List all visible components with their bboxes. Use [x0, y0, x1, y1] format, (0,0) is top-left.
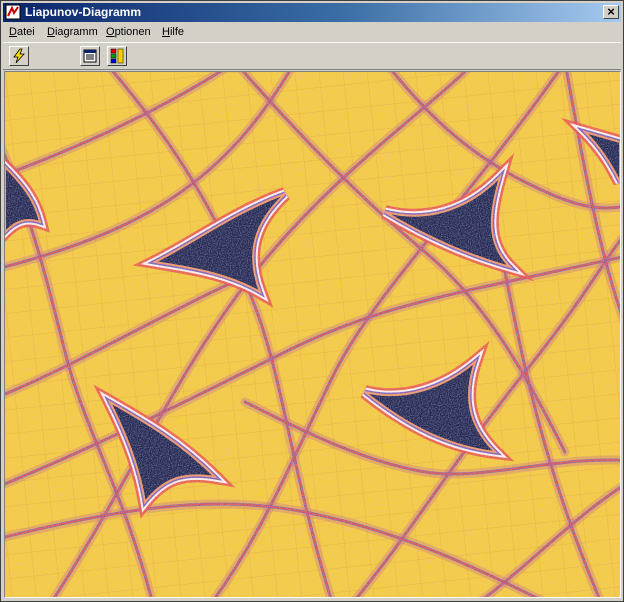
properties-button[interactable] — [80, 46, 100, 66]
menu-hilfe[interactable]: Hilfe — [162, 26, 184, 39]
close-button[interactable]: × — [603, 4, 619, 19]
app-window: Liapunov-Diagramm × Datei Diagramm Optio… — [0, 0, 624, 602]
close-icon: × — [607, 4, 615, 19]
window-title: Liapunov-Diagramm — [25, 5, 142, 19]
toolbar — [3, 42, 621, 70]
menu-diagramm[interactable]: Diagramm — [47, 26, 98, 39]
lyapunov-fractal-image — [5, 72, 620, 597]
lightning-icon — [13, 48, 25, 64]
colors-button[interactable] — [107, 46, 127, 66]
document-list-icon — [83, 49, 97, 63]
calculate-button[interactable] — [9, 46, 29, 66]
title-bar[interactable]: Liapunov-Diagramm × — [3, 3, 621, 22]
app-icon — [5, 4, 21, 20]
lyapunov-canvas[interactable] — [4, 71, 621, 598]
menu-bar: Datei Diagramm Optionen Hilfe — [3, 23, 621, 41]
menu-datei[interactable]: Datei — [9, 26, 35, 39]
menu-optionen[interactable]: Optionen — [106, 26, 151, 39]
color-palette-icon — [110, 48, 124, 64]
